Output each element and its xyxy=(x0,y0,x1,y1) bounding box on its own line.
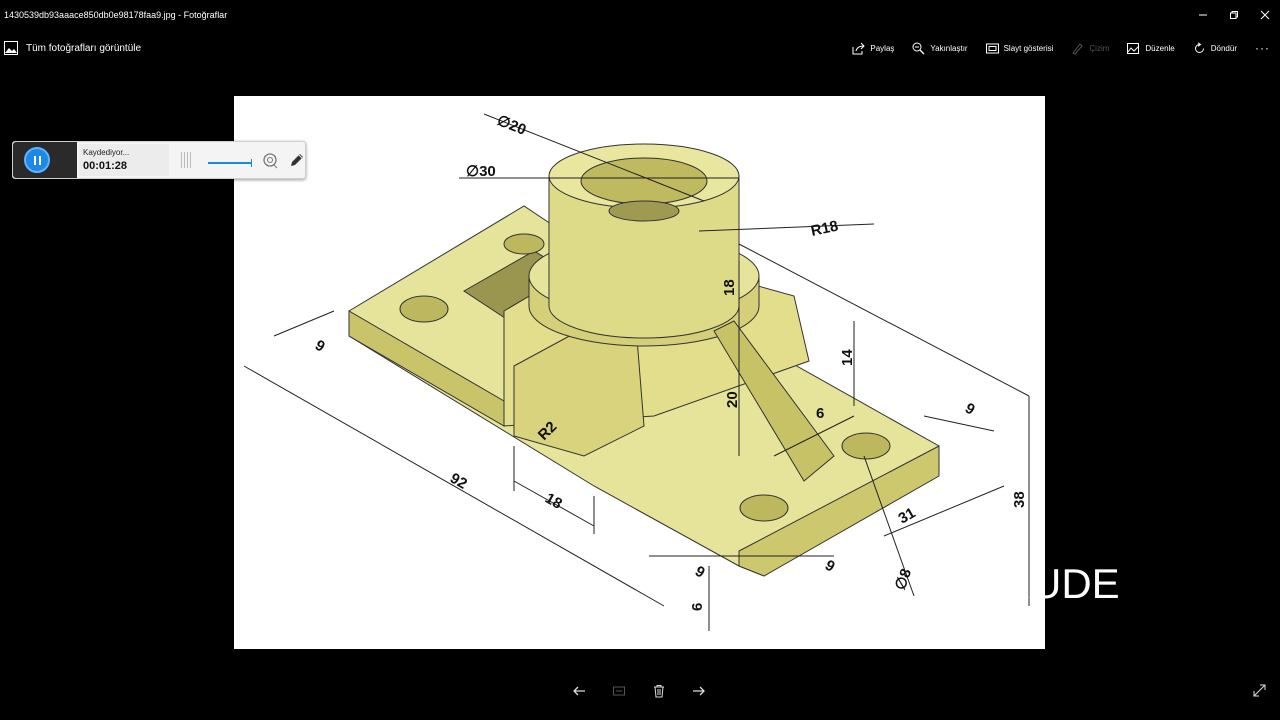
zoom-button[interactable]: Yakınlaştır xyxy=(912,42,968,55)
view-all-label: Tüm fotoğrafları görüntüle xyxy=(26,42,142,54)
draw-button[interactable]: Çizim xyxy=(1071,42,1109,55)
hole-left xyxy=(399,295,449,323)
recording-status: Kaydediyor... xyxy=(83,148,130,157)
bottom-navigation xyxy=(0,676,1280,706)
hole-front xyxy=(739,494,789,522)
rotate-button[interactable]: Döndür xyxy=(1193,41,1237,55)
restore-icon xyxy=(1229,11,1238,19)
more-options-button[interactable]: ··· xyxy=(1255,41,1270,55)
slideshow-button[interactable]: Slayt gösterisi xyxy=(985,42,1054,55)
rotate-icon xyxy=(1194,41,1204,53)
draw-label: Çizim xyxy=(1089,43,1110,53)
webcam-icon[interactable] xyxy=(261,151,279,169)
dim-9-right: 9 xyxy=(962,400,978,419)
recording-timer: 00:01:28 xyxy=(83,160,128,172)
pause-icon xyxy=(33,155,36,165)
dim-9-front-right: 9 xyxy=(822,557,838,576)
rotate-label: Döndür xyxy=(1210,43,1237,53)
dim-d20: ∅20 xyxy=(495,112,529,139)
slideshow-thumbnail-icon[interactable] xyxy=(612,684,626,698)
restore-button[interactable] xyxy=(1218,0,1249,30)
minimize-button[interactable] xyxy=(1187,0,1218,30)
dim-line xyxy=(923,415,995,432)
close-icon xyxy=(1260,10,1269,20)
dim-9-left: 9 xyxy=(312,337,328,356)
share-icon xyxy=(852,42,866,54)
close-button[interactable] xyxy=(1249,0,1280,30)
dim-r18: R18 xyxy=(809,218,839,240)
photo-icon xyxy=(4,41,18,55)
photo-view: ∅20 ∅30 R18 18 14 20 6 9 9 9 9 92 R2 18 … xyxy=(234,96,1045,649)
edit-label: Düzenle xyxy=(1145,43,1175,53)
dim-31: 31 xyxy=(896,504,919,527)
title-bar: 1430539db93aaace850db0e98178faa9.jpg - F… xyxy=(0,0,1280,30)
dim-d30: ∅30 xyxy=(466,163,496,180)
hole-right xyxy=(841,432,891,460)
bore-inner xyxy=(608,200,680,222)
next-arrow-icon[interactable] xyxy=(692,684,706,698)
dim-18-base: 18 xyxy=(542,490,565,513)
drag-handle[interactable] xyxy=(181,152,191,168)
window-controls xyxy=(1187,0,1280,30)
zoom-label: Yakınlaştır xyxy=(930,43,968,53)
previous-arrow-icon[interactable] xyxy=(572,684,586,698)
dim-line xyxy=(273,310,335,337)
dim-92: 92 xyxy=(447,470,470,493)
slideshow-label: Slayt gösterisi xyxy=(1003,43,1054,53)
view-all-photos-button[interactable]: Tüm fotoğrafları görüntüle xyxy=(4,41,141,55)
app-toolbar: Tüm fotoğrafları görüntüle Paylaş Yakınl… xyxy=(0,36,1280,60)
recording-info: Kaydediyor... 00:01:28 xyxy=(79,144,169,176)
pause-recording-button[interactable] xyxy=(24,147,50,173)
edit-button[interactable]: Düzenle xyxy=(1127,42,1175,55)
recorder-control-area xyxy=(13,142,77,178)
minimize-icon xyxy=(1198,14,1207,16)
slideshow-icon xyxy=(985,43,999,53)
dim-6-front: 6 xyxy=(689,603,706,611)
zoom-icon xyxy=(912,42,925,54)
screen-recorder-widget: Kaydediyor... 00:01:28 xyxy=(12,141,306,179)
dim-18-vertical: 18 xyxy=(721,279,738,296)
dim-20: 20 xyxy=(724,391,741,408)
overlay-caption: TRUDE xyxy=(975,560,1120,607)
fullscreen-icon[interactable] xyxy=(1253,684,1266,697)
share-label: Paylaş xyxy=(870,43,895,53)
dim-9-front: 9 xyxy=(692,563,708,582)
technical-drawing: ∅20 ∅30 R18 18 14 20 6 9 9 9 9 92 R2 18 … xyxy=(243,112,1030,631)
delete-icon[interactable] xyxy=(652,684,666,698)
edit-icon xyxy=(1127,42,1140,54)
hole-back xyxy=(503,233,545,255)
draw-icon xyxy=(1072,42,1084,55)
volume-slider[interactable] xyxy=(208,159,252,167)
pen-icon[interactable] xyxy=(288,151,306,169)
dim-38: 38 xyxy=(1011,491,1028,508)
dim-6: 6 xyxy=(816,405,824,422)
action-bar: Paylaş Yakınlaştır Slayt gösterisi Çizim… xyxy=(834,36,1270,60)
share-button[interactable]: Paylaş xyxy=(852,42,894,55)
dim-14: 14 xyxy=(839,349,856,366)
window-title: 1430539db93aaace850db0e98178faa9.jpg - F… xyxy=(4,10,228,20)
cylinder-bore xyxy=(580,157,708,205)
